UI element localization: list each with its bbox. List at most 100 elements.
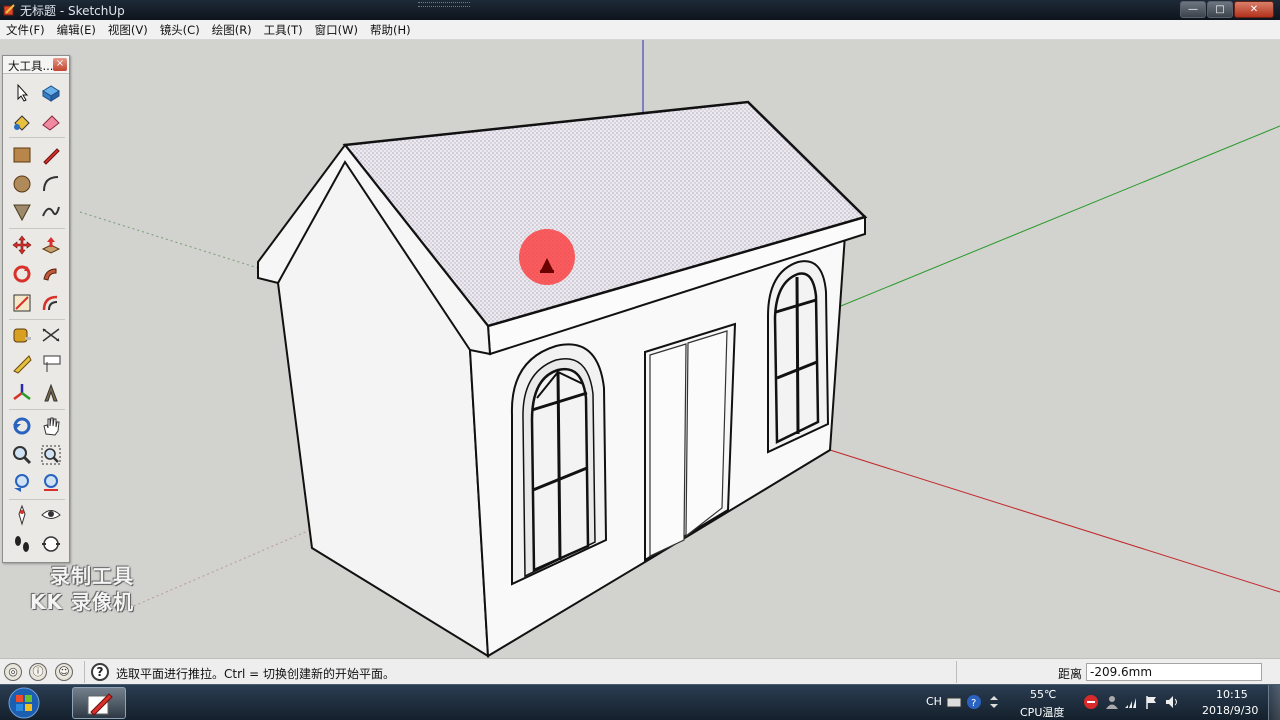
paint-bucket-tool[interactable] [9, 109, 35, 135]
freehand-tool[interactable] [38, 199, 64, 225]
look-around-tool[interactable] [38, 502, 64, 528]
double-door[interactable] [644, 322, 737, 562]
user-account-icon[interactable]: ☺ [55, 663, 73, 681]
push-pull-icon [41, 237, 61, 254]
measurement-box[interactable]: -209.6mm [1086, 663, 1262, 681]
zoom-window-tool[interactable] [38, 442, 64, 468]
palette-title: 大工具... [8, 59, 54, 73]
recorder-watermark: 录制工具 KK 录像机 [30, 558, 160, 616]
keyboard-icon[interactable] [946, 694, 962, 710]
menu-view[interactable]: 视图(V) [102, 20, 154, 40]
push-pull-tool[interactable] [38, 232, 64, 258]
line-tool[interactable] [38, 142, 64, 168]
network-icon[interactable] [1124, 694, 1140, 710]
scale-tool[interactable] [9, 290, 35, 316]
status-divider [956, 661, 957, 683]
zoom-extents-tool[interactable] [38, 470, 64, 496]
palette-separator [9, 319, 65, 320]
green-axis-dotted [79, 211, 259, 269]
follow-me-icon [43, 268, 57, 281]
arc-tool[interactable] [38, 171, 64, 197]
menu-help[interactable]: 帮助(H) [364, 20, 417, 40]
polygon-tool[interactable] [9, 199, 35, 225]
palette-separator [9, 228, 65, 229]
arrow-cursor-icon [17, 83, 29, 102]
menu-tools[interactable]: 工具(T) [258, 20, 309, 40]
tape-measure-tool[interactable] [9, 322, 35, 348]
record-stop-icon[interactable] [1083, 694, 1099, 710]
rotate-icon [13, 265, 31, 283]
model-viewport[interactable]: 大工具... × 录制工具 KK 录像机 [0, 40, 1280, 658]
eraser-tool[interactable] [38, 109, 64, 135]
volume-icon[interactable] [1164, 694, 1180, 710]
pan-tool[interactable] [38, 413, 64, 439]
help-icon[interactable]: ? [91, 663, 109, 681]
taskbar-sketchup-button[interactable] [72, 687, 126, 719]
3d-text-tool[interactable] [38, 380, 64, 406]
magnifier-icon [13, 446, 32, 465]
watermark-line-1: 录制工具 [50, 564, 134, 588]
red-axis-line [829, 449, 1280, 593]
make-component-tool[interactable] [38, 80, 64, 106]
polygon-icon [13, 204, 31, 222]
zoom-tool[interactable] [9, 442, 35, 468]
start-button-icon[interactable] [4, 686, 44, 720]
offset-tool[interactable] [38, 290, 64, 316]
eraser-icon [42, 115, 60, 131]
axes-tool[interactable] [9, 380, 35, 406]
tray-options-icon[interactable] [986, 694, 1002, 710]
menu-file[interactable]: 文件(F) [0, 20, 51, 40]
geo-location-icon[interactable]: ◎ [4, 663, 22, 681]
tape-measure-icon [13, 328, 31, 343]
freehand-icon [42, 206, 60, 217]
house-model-scene[interactable] [0, 40, 1280, 658]
axes-icon [13, 384, 31, 400]
flag-icon[interactable] [1144, 694, 1160, 710]
section-plane-icon [42, 536, 60, 552]
section-plane-tool[interactable] [38, 531, 64, 557]
palette-separator [9, 499, 65, 500]
offset-icon [42, 295, 58, 311]
component-icon [42, 85, 60, 102]
show-desktop-button[interactable] [1268, 685, 1280, 720]
menu-draw[interactable]: 绘图(R) [206, 20, 258, 40]
move-tool[interactable] [9, 232, 35, 258]
text-label-icon [43, 355, 61, 372]
minimize-button[interactable]: — [1180, 1, 1206, 18]
orbit-tool[interactable] [9, 413, 35, 439]
palette-separator [9, 137, 65, 138]
circle-tool[interactable] [9, 171, 35, 197]
protractor-tool[interactable] [9, 351, 35, 377]
help-circle-icon[interactable]: ? [966, 694, 982, 710]
ime-indicator[interactable]: CH [926, 695, 942, 708]
clock-time[interactable]: 10:15 [1216, 688, 1248, 701]
text-tool[interactable] [38, 351, 64, 377]
paint-bucket-icon [14, 115, 30, 131]
cpu-temp-value: 55℃ [1030, 688, 1057, 701]
os-taskbar: CH ? 55℃ CPU温度 10:15 2018/9/30 [0, 684, 1280, 720]
move-arrows-icon [12, 235, 32, 255]
pencil-icon [43, 148, 60, 165]
menu-window[interactable]: 窗口(W) [309, 20, 364, 40]
palette-close-button[interactable]: × [53, 58, 67, 71]
previous-view-icon [14, 474, 29, 492]
clock-date[interactable]: 2018/9/30 [1202, 704, 1258, 717]
palette-title-bar[interactable]: 大工具... × [3, 56, 69, 74]
rotate-tool[interactable] [9, 261, 35, 287]
credits-icon[interactable]: ⓘ [29, 663, 47, 681]
menu-camera[interactable]: 镜头(C) [154, 20, 206, 40]
menu-bar: 文件(F) 编辑(E) 视图(V) 镜头(C) 绘图(R) 工具(T) 窗口(W… [0, 20, 1280, 40]
maximize-button[interactable]: □ [1207, 1, 1233, 18]
user-status-icon[interactable] [1104, 694, 1120, 710]
previous-view-tool[interactable] [9, 470, 35, 496]
rectangle-tool[interactable] [9, 142, 35, 168]
system-tray: CH ? 55℃ CPU温度 10:15 2018/9/30 [918, 685, 1280, 720]
follow-me-tool[interactable] [38, 261, 64, 287]
select-tool[interactable] [9, 80, 35, 106]
menu-edit[interactable]: 编辑(E) [51, 20, 102, 40]
dimension-tool[interactable] [38, 322, 64, 348]
walk-tool[interactable] [9, 531, 35, 557]
close-button[interactable]: ✕ [1234, 1, 1274, 18]
arched-window-right[interactable] [767, 260, 830, 454]
position-camera-tool[interactable] [9, 502, 35, 528]
